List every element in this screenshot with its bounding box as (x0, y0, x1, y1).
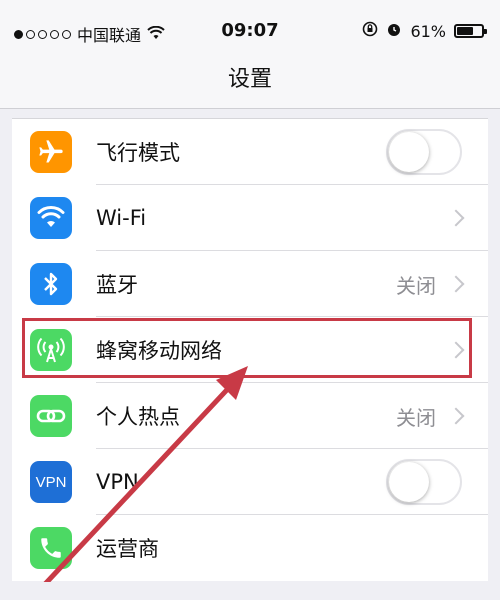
settings-row-label: Wi-Fi (96, 206, 147, 230)
battery-percent: 61% (410, 21, 446, 41)
settings-row-label: 运营商 (96, 537, 159, 561)
airplane-mode-toggle[interactable] (386, 129, 462, 175)
chevron-right-icon (447, 275, 465, 293)
settings-row-cellular[interactable]: 蜂窝移动网络 (12, 317, 488, 383)
vpn-icon-text: VPN (35, 473, 67, 491)
status-bar: 中国联通 09:07 61% (0, 0, 500, 60)
settings-list: 飞行模式 Wi-Fi 蓝牙 关闭 蜂窝移动网络 个人热点 关闭 VPN VPN … (12, 118, 488, 581)
airplane-icon (30, 131, 72, 173)
chevron-right-icon (447, 341, 465, 359)
hotspot-icon (30, 395, 72, 437)
settings-row-label: 蜂窝移动网络 (96, 339, 222, 363)
hotspot-status: 关闭 (396, 405, 436, 430)
settings-row-label: 蓝牙 (96, 273, 138, 297)
battery-icon (454, 24, 487, 38)
settings-row-carrier[interactable]: 运营商 (12, 515, 488, 581)
wifi-icon (30, 197, 72, 239)
status-right: 61% (362, 21, 487, 41)
settings-row-label: 个人热点 (96, 405, 180, 429)
page-title: 设置 (0, 60, 500, 109)
vpn-toggle[interactable] (386, 459, 462, 505)
settings-row-label: VPN (96, 470, 139, 494)
settings-row-vpn[interactable]: VPN VPN (12, 449, 488, 515)
bluetooth-status: 关闭 (396, 273, 436, 298)
settings-row-personal-hotspot[interactable]: 个人热点 关闭 (12, 383, 488, 449)
settings-row-bluetooth[interactable]: 蓝牙 关闭 (12, 251, 488, 317)
toggle-knob (389, 462, 429, 502)
settings-row-wifi[interactable]: Wi-Fi (12, 185, 488, 251)
settings-row-airplane-mode[interactable]: 飞行模式 (12, 119, 488, 185)
chevron-right-icon (447, 407, 465, 425)
bluetooth-icon (30, 263, 72, 305)
chevron-right-icon (447, 209, 465, 227)
settings-row-label: 飞行模式 (96, 141, 180, 165)
phone-icon (30, 527, 72, 569)
cellular-icon (30, 329, 72, 371)
rotation-lock-icon (362, 21, 378, 41)
bottom-strip (0, 582, 500, 600)
toggle-knob (389, 132, 429, 172)
alarm-icon (386, 21, 402, 41)
vpn-icon: VPN (30, 461, 72, 503)
